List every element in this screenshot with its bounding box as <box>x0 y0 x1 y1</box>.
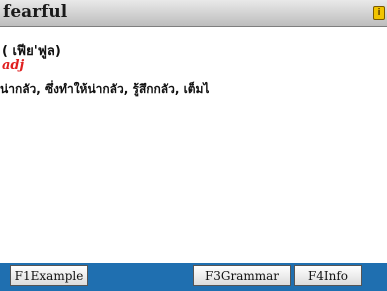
f4-info-button[interactable]: F4Info <box>294 265 362 286</box>
dictionary-screen: fearful i ( เฟีย'ฟูล) adj น่ากลัว, ซึ่งท… <box>0 0 387 291</box>
part-of-speech-label: adj <box>2 58 25 73</box>
f1-example-button[interactable]: F1Example <box>10 265 88 286</box>
softkey-bar: F1Example F3Grammar F4Info <box>0 263 387 291</box>
definition-panel: ( เฟีย'ฟูล) adj น่ากลัว, ซึ่งทำให้น่ากลั… <box>0 27 387 263</box>
title-bar: fearful i <box>0 0 387 27</box>
f3-grammar-button[interactable]: F3Grammar <box>193 265 291 286</box>
headword-title: fearful <box>3 2 68 22</box>
info-badge-glyph: i <box>377 8 381 18</box>
info-badge-icon[interactable]: i <box>373 6 385 20</box>
meaning-text: น่ากลัว, ซึ่งทำให้น่ากลัว, รู้สึกกลัว, เ… <box>0 82 210 96</box>
